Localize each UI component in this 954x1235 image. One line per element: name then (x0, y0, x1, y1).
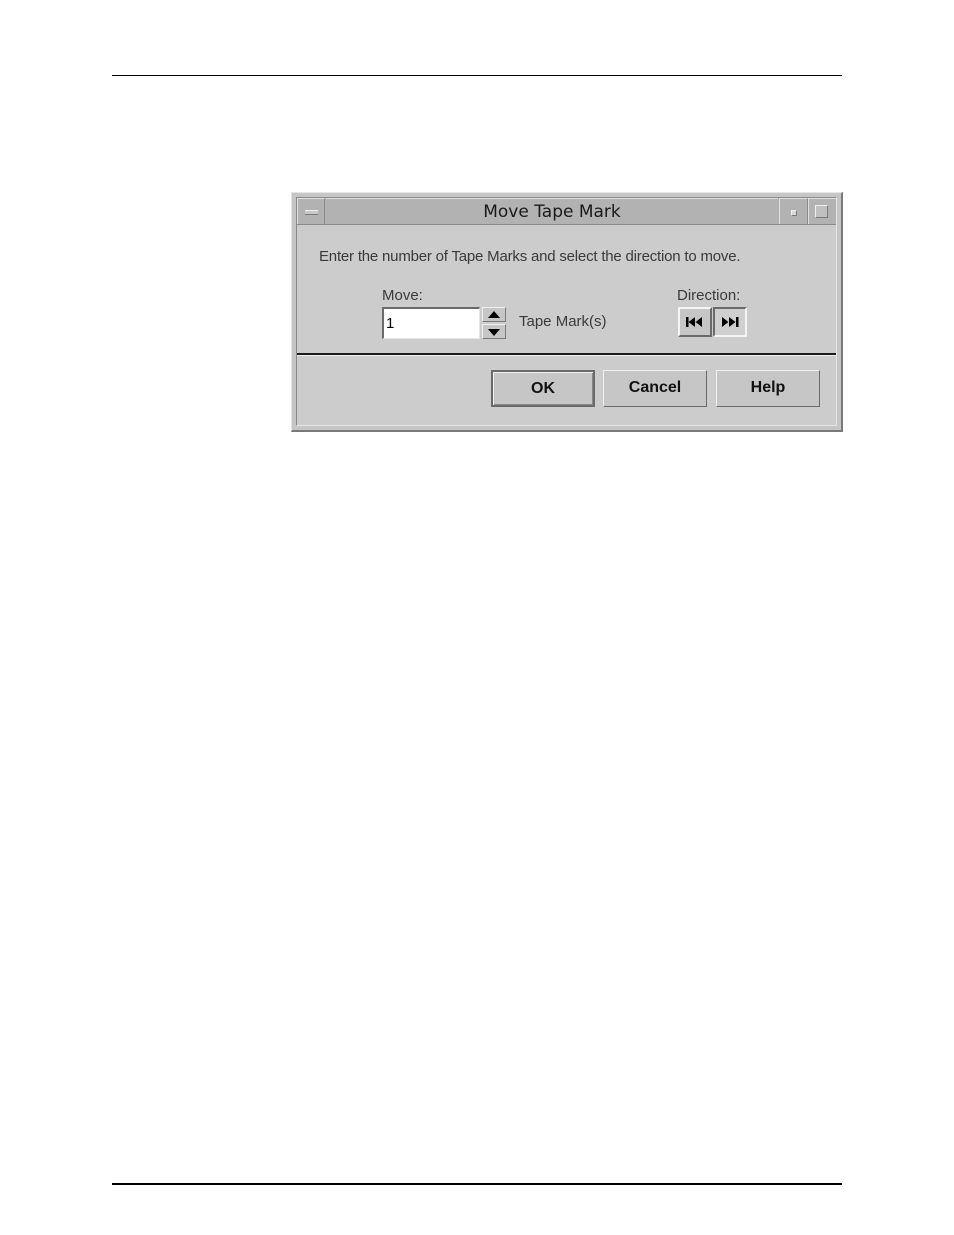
move-count-stepper (482, 307, 506, 339)
arrow-down-icon (488, 329, 500, 336)
skip-forward-icon (722, 317, 739, 327)
arrow-up-icon (488, 311, 500, 318)
title-bar[interactable]: Move Tape Mark (297, 198, 836, 225)
skip-back-icon (686, 317, 702, 327)
maximize-button[interactable] (808, 198, 836, 224)
maximize-icon (815, 205, 828, 218)
instruction-text: Enter the number of Tape Marks and selec… (319, 248, 741, 265)
minimize-button[interactable] (779, 198, 808, 224)
direction-forward-button[interactable] (713, 307, 747, 337)
direction-rewind-button[interactable] (678, 307, 712, 337)
decrement-button[interactable] (482, 324, 506, 339)
move-count-input[interactable] (382, 307, 480, 339)
tape-marks-unit-label: Tape Mark(s) (519, 313, 607, 330)
window-menu-icon (305, 210, 318, 215)
minimize-icon (791, 210, 797, 216)
window-menu-button[interactable] (297, 198, 325, 224)
increment-button[interactable] (482, 307, 506, 322)
button-area-separator (297, 353, 836, 356)
help-button[interactable]: Help (716, 370, 820, 407)
cancel-button[interactable]: Cancel (603, 370, 707, 407)
page-header-rule (112, 75, 842, 76)
dialog-content: Enter the number of Tape Marks and selec… (297, 225, 836, 425)
move-tape-mark-dialog: Move Tape Mark Enter the number of Tape … (291, 192, 843, 432)
direction-label: Direction: (677, 287, 741, 304)
window-title: Move Tape Mark (326, 198, 778, 224)
move-label: Move: (382, 287, 423, 304)
ok-button[interactable]: OK (491, 370, 595, 407)
window-frame: Move Tape Mark Enter the number of Tape … (296, 197, 837, 426)
page-footer-rule (112, 1183, 842, 1185)
